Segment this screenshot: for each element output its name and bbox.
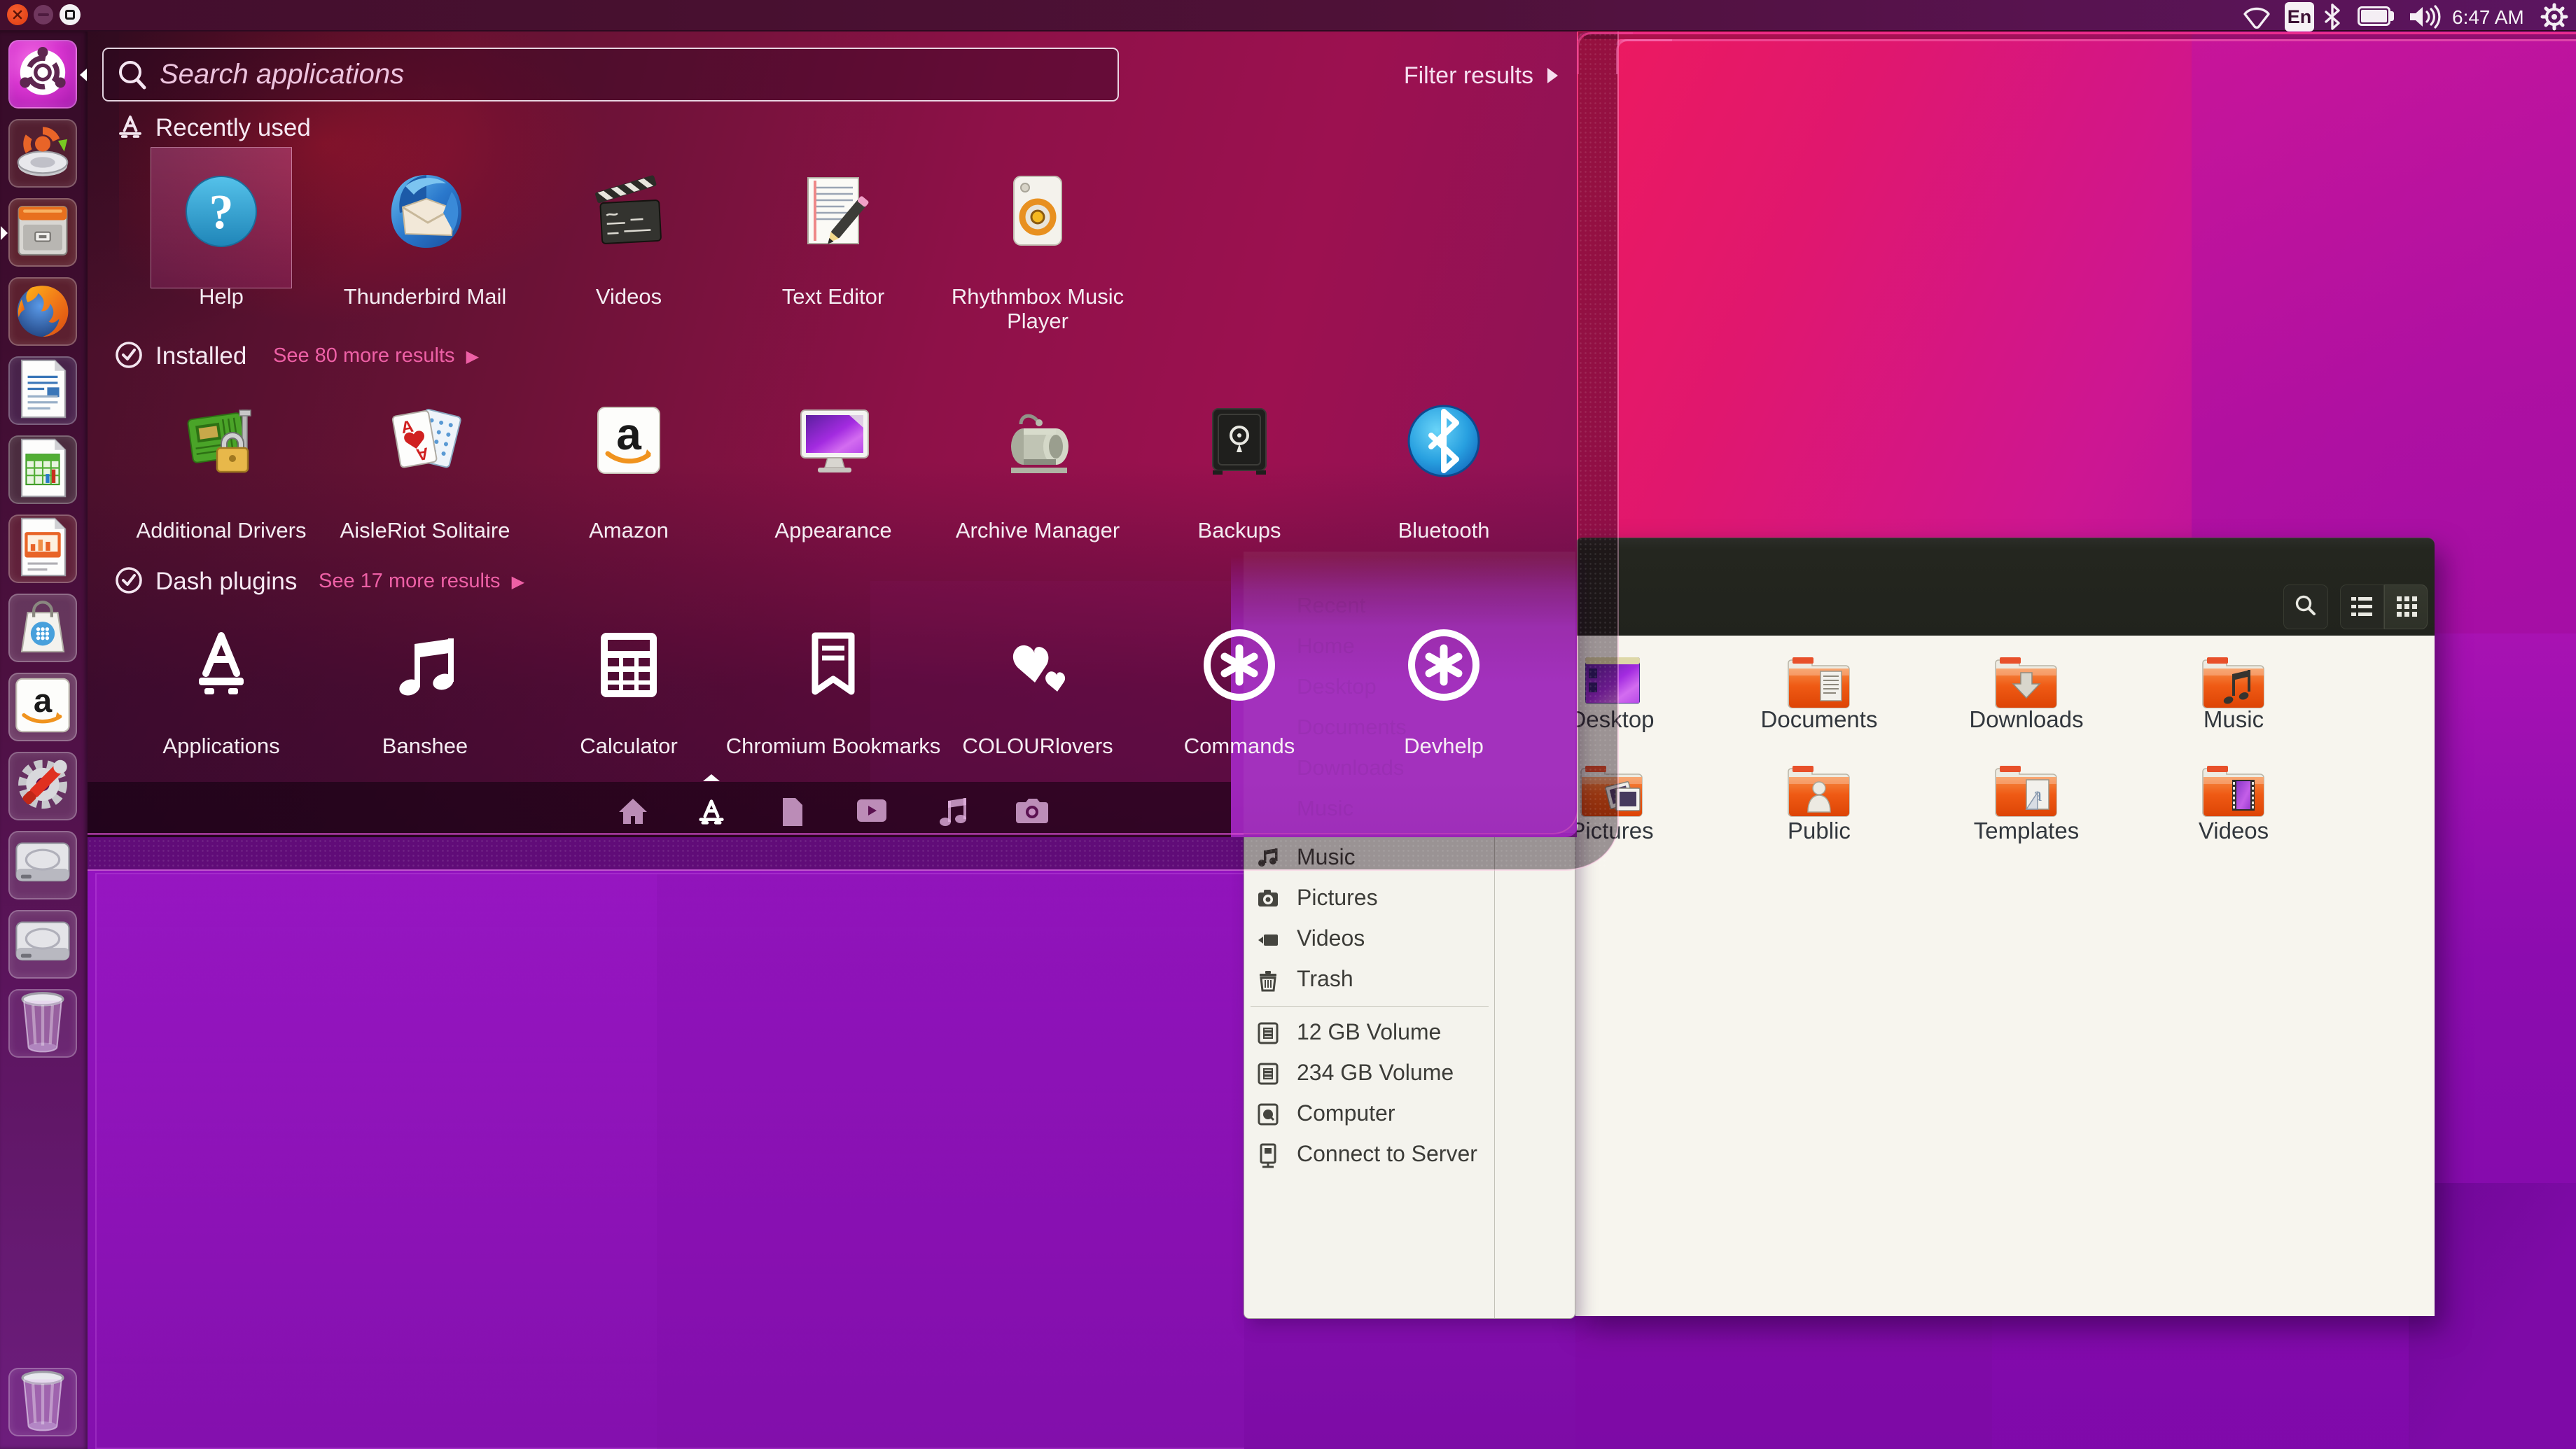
svg-text:a: a [34, 682, 53, 720]
